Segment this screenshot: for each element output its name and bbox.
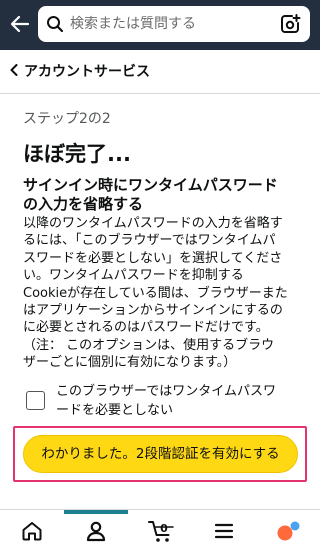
section-title: サインイン時にワンタイムパスワード の入力を省略する [23,176,303,214]
description-line: に必要とされるのはパスワードだけです。 [23,320,269,336]
back-arrow-icon[interactable] [8,12,32,36]
cart-count: 0 [160,522,168,535]
section-title-line: サインイン時にワンタイムパスワード [23,176,278,194]
search-input[interactable]: 検索または質問する [38,6,310,42]
description-line: 以降のワンタイムパスワードの入力を省略す [23,216,283,231]
description-text: 以降のワンタイムパスワードの入力を省略す るには、「このブラウザーではワンタイム… [23,215,305,372]
chevron-left-icon [10,64,18,80]
menu-icon [214,523,234,539]
skip-otp-label[interactable]: このブラウザーではワンタイムパスワ ードを必要としない [56,382,311,420]
description-line: ザーごとに個別に有効になります。） [23,355,237,371]
description-line: い。ワンタイムパスワードを抑制する [23,268,244,284]
skip-otp-option[interactable]: このブラウザーではワンタイムパスワ ードを必要としない [26,382,306,422]
checkbox-label-line: このブラウザーではワンタイムパスワ [56,384,276,399]
camera-icon[interactable] [279,13,301,35]
nav-assistant[interactable] [268,510,308,552]
checkbox-label-line: ードを必要としない [56,403,174,418]
description-line: スワードを必要としない」を選択してくださ [23,250,283,266]
nav-menu[interactable] [204,510,244,552]
cart-icon: 0 [148,521,174,542]
bottom-nav: 0 [0,509,320,552]
nav-cart[interactable]: 0 [140,510,180,552]
description-line: るには、「このブラウザーではワンタイムパ [23,233,276,249]
skip-otp-checkbox[interactable] [26,391,45,410]
home-icon [22,522,42,541]
section-title-line: の入力を省略する [23,195,144,213]
nav-account[interactable] [76,510,116,552]
nav-home[interactable] [12,510,52,552]
top-header: 検索または質問する [0,0,320,50]
search-icon [46,15,64,33]
breadcrumb[interactable]: アカウントサービス [0,50,320,94]
page-title: ほぼ完了... [23,142,131,166]
description-line: Cookieが存在している間は、ブラウザーまた [23,285,288,301]
account-icon [86,521,106,542]
description-line: （注： このオプションは、使用するブラウ [23,337,275,353]
search-placeholder: 検索または質問する [70,16,196,32]
enable-2sv-button[interactable]: わかりました。2段階認証を有効にする [23,435,298,473]
breadcrumb-label: アカウントサービス [24,64,150,80]
assistant-icon [277,521,300,541]
description-line: はアプリケーションからサインインにするの [23,303,283,319]
step-indicator: ステップ2の2 [23,111,111,127]
